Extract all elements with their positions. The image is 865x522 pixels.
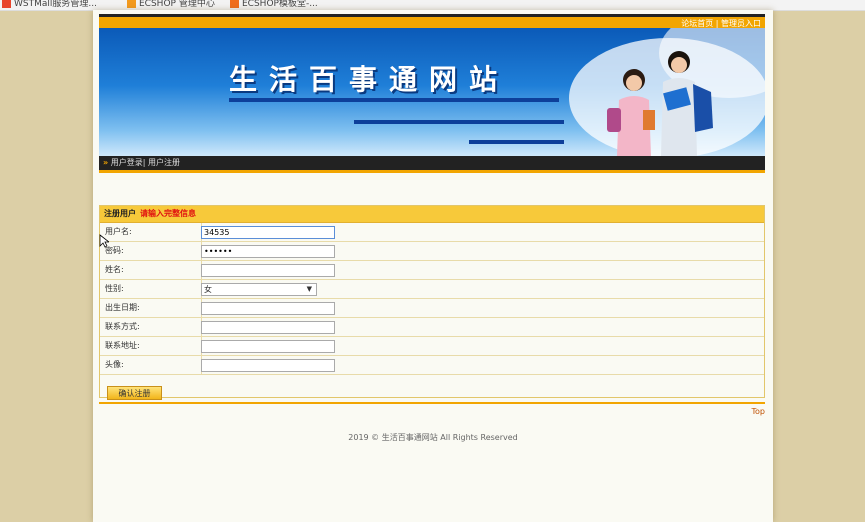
form-row-gender: 性别: 女 ▼ <box>100 280 764 299</box>
form-row-name: 姓名: <box>100 261 764 280</box>
bookmark-item[interactable]: WSTMall服务管理... <box>2 0 97 9</box>
form-row-password: 密码: <box>100 242 764 261</box>
nav-separator: | <box>142 158 146 167</box>
bookmark-favicon-icon <box>230 0 239 8</box>
form-row-avatar: 头像: <box>100 356 764 375</box>
students-illustration-icon <box>607 51 713 156</box>
mouse-cursor-icon <box>99 234 109 248</box>
register-form: 注册用户请输入完整信息 用户名: 密码: 姓名: 性别: 女 ▼ 出生日期: 联… <box>99 205 765 400</box>
address-input[interactable] <box>201 340 335 353</box>
birthdate-input[interactable] <box>201 302 335 315</box>
divider <box>99 402 765 404</box>
nav-bar: » 用户登录| 用户注册 <box>99 156 765 173</box>
username-input[interactable] <box>201 226 335 239</box>
confirm-register-button[interactable]: 确认注册 <box>107 386 162 400</box>
contact-label: 联系方式: <box>100 318 202 336</box>
form-row-address: 联系地址: <box>100 337 764 356</box>
admin-entry-link[interactable]: 管理员入口 <box>721 19 761 28</box>
name-input[interactable] <box>201 264 335 277</box>
nav-arrow-icon: » <box>103 158 109 167</box>
chevron-down-icon: ▼ <box>306 285 312 293</box>
contact-input[interactable] <box>201 321 335 334</box>
banner-stripe <box>469 140 564 144</box>
gender-select[interactable]: 女 ▼ <box>201 283 317 296</box>
page-container: 论坛首页 | 管理员入口 生活百事通网站 » 用户登录| 用户注册 注册用户 请… <box>93 10 773 522</box>
password-input[interactable] <box>201 245 335 258</box>
gender-label: 性别: <box>100 280 202 298</box>
banner-title: 生活百事通网站 <box>229 63 510 96</box>
bookmark-favicon-icon <box>127 0 136 8</box>
nav-user-login[interactable]: 用户登录 <box>111 158 143 167</box>
birthdate-label: 出生日期: <box>100 299 202 317</box>
back-to-top-link[interactable]: Top <box>752 407 766 416</box>
form-row-username: 用户名: <box>100 223 764 242</box>
form-title: 注册用户 <box>104 209 136 218</box>
bookmark-item[interactable]: ECSHOP模板堂-... <box>230 0 318 9</box>
nav-user-register[interactable]: 用户注册 <box>148 158 180 167</box>
form-row-birthdate: 出生日期: <box>100 299 764 318</box>
form-hint: 请输入完整信息 <box>140 209 196 218</box>
banner-stripe <box>354 120 564 124</box>
form-header: 注册用户 请输入完整信息 <box>100 206 764 223</box>
form-row-contact: 联系方式: <box>100 318 764 337</box>
gender-selected-value: 女 <box>204 285 212 294</box>
forum-home-link[interactable]: 论坛首页 <box>681 19 713 28</box>
avatar-label: 头像: <box>100 356 202 374</box>
avatar-input[interactable] <box>201 359 335 372</box>
username-label: 用户名: <box>100 223 202 241</box>
name-label: 姓名: <box>100 261 202 279</box>
bookmark-item[interactable]: ECSHOP 管理中心 <box>127 0 215 9</box>
bookmark-favicon-icon <box>2 0 11 8</box>
banner-stripe <box>229 98 559 102</box>
address-label: 联系地址: <box>100 337 202 355</box>
link-separator: | <box>715 19 719 28</box>
site-banner: 生活百事通网站 <box>99 28 765 156</box>
footer-copyright: 2019 © 生活百事通网站 All Rights Reserved <box>348 433 518 442</box>
password-label: 密码: <box>100 242 202 260</box>
